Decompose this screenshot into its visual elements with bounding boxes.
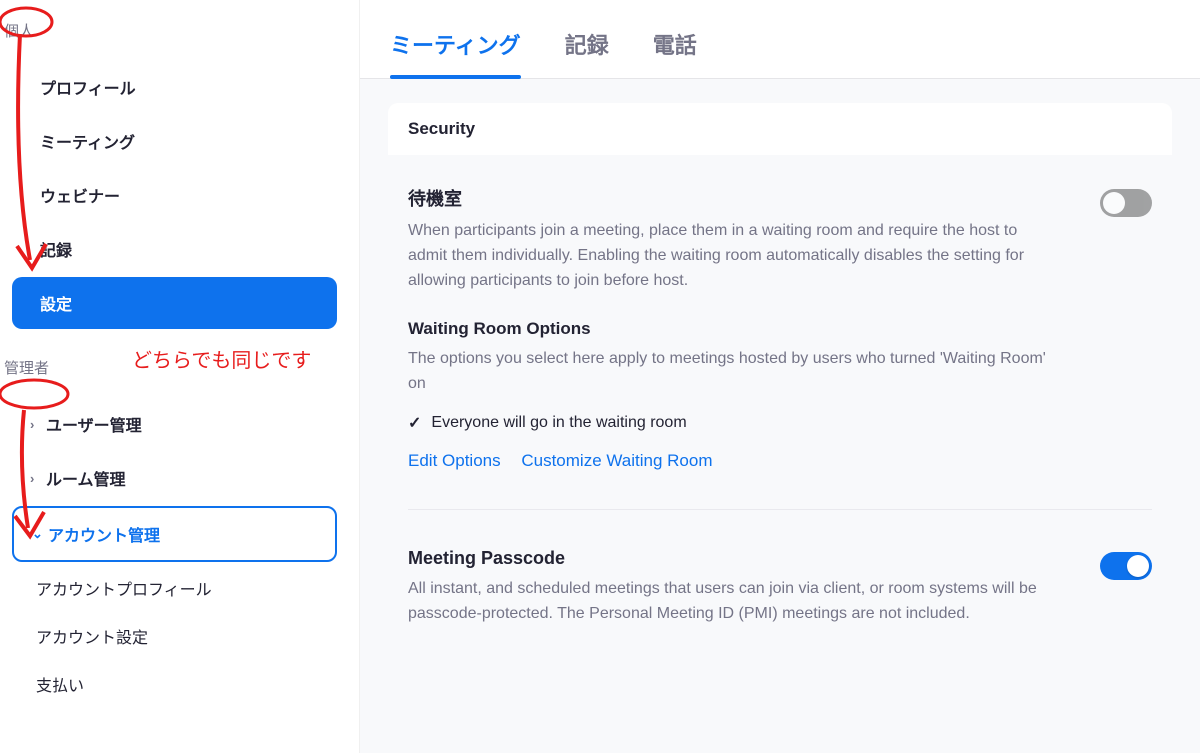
nav-billing[interactable]: 支払い <box>0 660 349 708</box>
passcode-desc: All instant, and scheduled meetings that… <box>408 577 1048 627</box>
check-icon: ✓ <box>408 413 421 433</box>
setting-waiting-room: 待機室 When participants join a meeting, pl… <box>388 155 1172 501</box>
nav-room-management[interactable]: › ルーム管理 <box>12 452 337 504</box>
waiting-options-title: Waiting Room Options <box>408 319 1078 339</box>
nav-user-management-label: ユーザー管理 <box>46 412 142 436</box>
nav-account-profile[interactable]: アカウントプロフィール <box>0 564 349 612</box>
nav-room-management-label: ルーム管理 <box>46 466 126 490</box>
customize-waiting-room-link[interactable]: Customize Waiting Room <box>521 451 712 470</box>
settings-content: Security 待機室 When participants join a me… <box>360 79 1200 681</box>
nav-user-management[interactable]: › ユーザー管理 <box>12 398 337 450</box>
security-section-header: Security <box>388 103 1172 155</box>
tab-telephone[interactable]: 電話 <box>653 18 697 78</box>
main-panel: ミーティング 記録 電話 Security 待機室 When participa… <box>360 0 1200 753</box>
sidebar-section-admin: 管理者 <box>0 357 49 388</box>
nav-account-settings[interactable]: アカウント設定 <box>0 612 349 660</box>
nav-profile[interactable]: プロフィール <box>12 61 337 113</box>
edit-options-link[interactable]: Edit Options <box>408 451 501 470</box>
divider <box>408 509 1152 510</box>
nav-account-management[interactable]: ⌄ アカウント管理 <box>12 506 337 562</box>
tab-meeting[interactable]: ミーティング <box>390 18 521 78</box>
chevron-right-icon: › <box>30 417 40 432</box>
setting-meeting-passcode: Meeting Passcode All instant, and schedu… <box>388 518 1172 657</box>
passcode-toggle[interactable] <box>1100 552 1152 580</box>
tabs: ミーティング 記録 電話 <box>360 0 1200 79</box>
waiting-option-label: Everyone will go in the waiting room <box>431 414 686 432</box>
waiting-room-toggle[interactable] <box>1100 189 1152 217</box>
waiting-option-everyone: ✓ Everyone will go in the waiting room <box>408 413 1078 433</box>
personal-nav-list: プロフィール ミーティング ウェビナー 記録 設定 <box>0 51 349 339</box>
sidebar: 個人 プロフィール ミーティング ウェビナー 記録 設定 管理者 › ユーザー管… <box>0 0 360 753</box>
chevron-down-icon: ⌄ <box>32 526 42 542</box>
passcode-title: Meeting Passcode <box>408 548 1078 569</box>
sidebar-section-personal: 個人 <box>0 20 34 51</box>
nav-account-management-label: アカウント管理 <box>48 522 160 546</box>
waiting-room-desc: When participants join a meeting, place … <box>408 219 1048 293</box>
nav-recording[interactable]: 記録 <box>12 223 337 275</box>
tab-recording[interactable]: 記録 <box>565 18 609 78</box>
chevron-right-icon: › <box>30 471 40 486</box>
nav-settings[interactable]: 設定 <box>12 277 337 329</box>
annotation-text-same: どちらでも同じです <box>132 344 311 373</box>
admin-nav-list: › ユーザー管理 › ルーム管理 ⌄ アカウント管理 アカウントプロフィール ア… <box>0 388 349 716</box>
waiting-room-title: 待機室 <box>408 185 1078 211</box>
nav-webinar[interactable]: ウェビナー <box>12 169 337 221</box>
waiting-options-desc: The options you select here apply to mee… <box>408 347 1048 397</box>
nav-meeting[interactable]: ミーティング <box>12 115 337 167</box>
